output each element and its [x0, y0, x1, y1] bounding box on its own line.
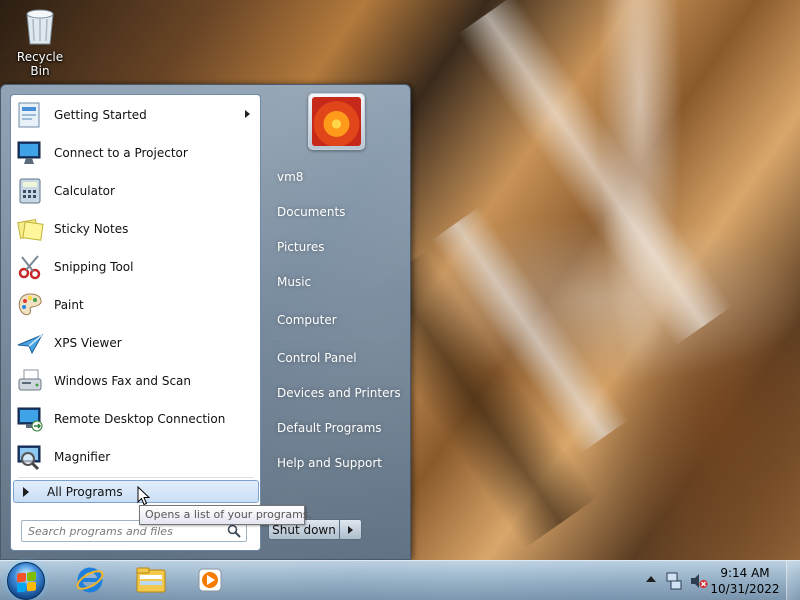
program-label: Connect to a Projector — [54, 146, 188, 160]
divider — [272, 338, 400, 339]
program-sticky-notes[interactable]: Sticky Notes — [11, 210, 260, 248]
program-calculator[interactable]: Calculator — [11, 172, 260, 210]
sticky-notes-icon — [14, 213, 46, 245]
user-picture[interactable] — [308, 93, 365, 150]
program-label: Calculator — [54, 184, 115, 198]
windows-logo-icon — [17, 572, 26, 583]
program-label: XPS Viewer — [54, 336, 122, 350]
fax-scan-icon — [14, 365, 46, 397]
magnifier-icon — [14, 441, 46, 473]
recycle-bin-shortcut[interactable]: Recycle Bin — [6, 6, 74, 78]
program-fax-scan[interactable]: Windows Fax and Scan — [11, 362, 260, 400]
program-label: Magnifier — [54, 450, 111, 464]
clock-time: 9:14 AM — [720, 566, 770, 580]
windows-logo-pane — [27, 581, 36, 592]
tooltip: Opens a list of your programs. — [139, 505, 312, 525]
projector-icon — [14, 137, 46, 169]
xps-viewer-icon — [14, 327, 46, 359]
start-menu: Getting Started Connect to a Projector C… — [0, 84, 411, 560]
taskbar-windows-explorer[interactable] — [123, 563, 179, 599]
remote-desktop-icon — [14, 403, 46, 435]
search-icon[interactable] — [227, 524, 241, 538]
programs-pane: Getting Started Connect to a Projector C… — [10, 94, 261, 551]
expand-arrow-icon — [23, 486, 29, 497]
program-remote-desktop[interactable]: Remote Desktop Connection — [11, 400, 260, 438]
shutdown-options-button[interactable] — [340, 519, 362, 540]
program-paint[interactable]: Paint — [11, 286, 260, 324]
start-button[interactable] — [7, 562, 45, 600]
calculator-icon — [14, 175, 46, 207]
divider — [19, 477, 253, 478]
recycle-bin-icon — [23, 6, 57, 46]
windows-logo-pane — [17, 582, 26, 593]
paint-icon — [14, 289, 46, 321]
menu-control-panel[interactable]: Control Panel — [272, 344, 404, 372]
program-getting-started[interactable]: Getting Started — [11, 96, 260, 134]
snipping-tool-icon — [14, 251, 46, 283]
menu-user-folder[interactable]: vm8 — [272, 163, 404, 191]
program-xps-viewer[interactable]: XPS Viewer — [11, 324, 260, 362]
menu-pictures[interactable]: Pictures — [272, 233, 404, 261]
program-label: Sticky Notes — [54, 222, 129, 236]
media-player-icon — [197, 567, 223, 596]
taskbar-media-player[interactable] — [182, 563, 238, 599]
divider — [272, 300, 400, 301]
menu-devices-printers[interactable]: Devices and Printers — [272, 379, 404, 407]
program-label: Windows Fax and Scan — [54, 374, 192, 388]
menu-music[interactable]: Music — [272, 268, 404, 296]
windows-explorer-icon — [135, 566, 167, 597]
wallpaper-highlight — [457, 0, 733, 346]
clock-date: 10/31/2022 — [710, 582, 780, 596]
menu-documents[interactable]: Documents — [272, 198, 404, 226]
wallpaper-highlight — [430, 206, 630, 454]
windows-logo-pane — [27, 571, 36, 582]
recycle-bin-label: Recycle Bin — [16, 50, 64, 78]
menu-computer[interactable]: Computer — [272, 306, 404, 334]
flower-avatar-icon — [312, 97, 361, 146]
program-snipping-tool[interactable]: Snipping Tool — [11, 248, 260, 286]
program-label: Remote Desktop Connection — [54, 412, 226, 426]
getting-started-icon — [14, 99, 46, 131]
network-icon[interactable] — [666, 572, 682, 593]
all-programs-label: All Programs — [47, 484, 123, 499]
program-label: Snipping Tool — [54, 260, 134, 274]
submenu-arrow-icon — [245, 110, 250, 118]
mouse-cursor-icon — [137, 485, 151, 506]
show-desktop-button[interactable] — [786, 561, 800, 600]
all-programs-button[interactable]: All Programs — [13, 480, 259, 503]
clock[interactable]: 9:14 AM 10/31/2022 — [710, 565, 780, 597]
program-label: Getting Started — [54, 108, 147, 122]
program-label: Paint — [54, 298, 84, 312]
notification-area: 9:14 AM 10/31/2022 — [640, 561, 800, 600]
taskbar: 9:14 AM 10/31/2022 — [0, 560, 800, 600]
program-magnifier[interactable]: Magnifier — [11, 438, 260, 476]
chevron-right-icon — [348, 525, 353, 534]
taskbar-internet-explorer[interactable] — [62, 563, 118, 599]
menu-help-support[interactable]: Help and Support — [272, 449, 404, 477]
menu-default-programs[interactable]: Default Programs — [272, 414, 404, 442]
internet-explorer-icon — [75, 565, 105, 598]
show-hidden-icons-icon[interactable] — [646, 576, 656, 582]
program-connect-projector[interactable]: Connect to a Projector — [11, 134, 260, 172]
volume-muted-icon[interactable] — [690, 573, 708, 592]
